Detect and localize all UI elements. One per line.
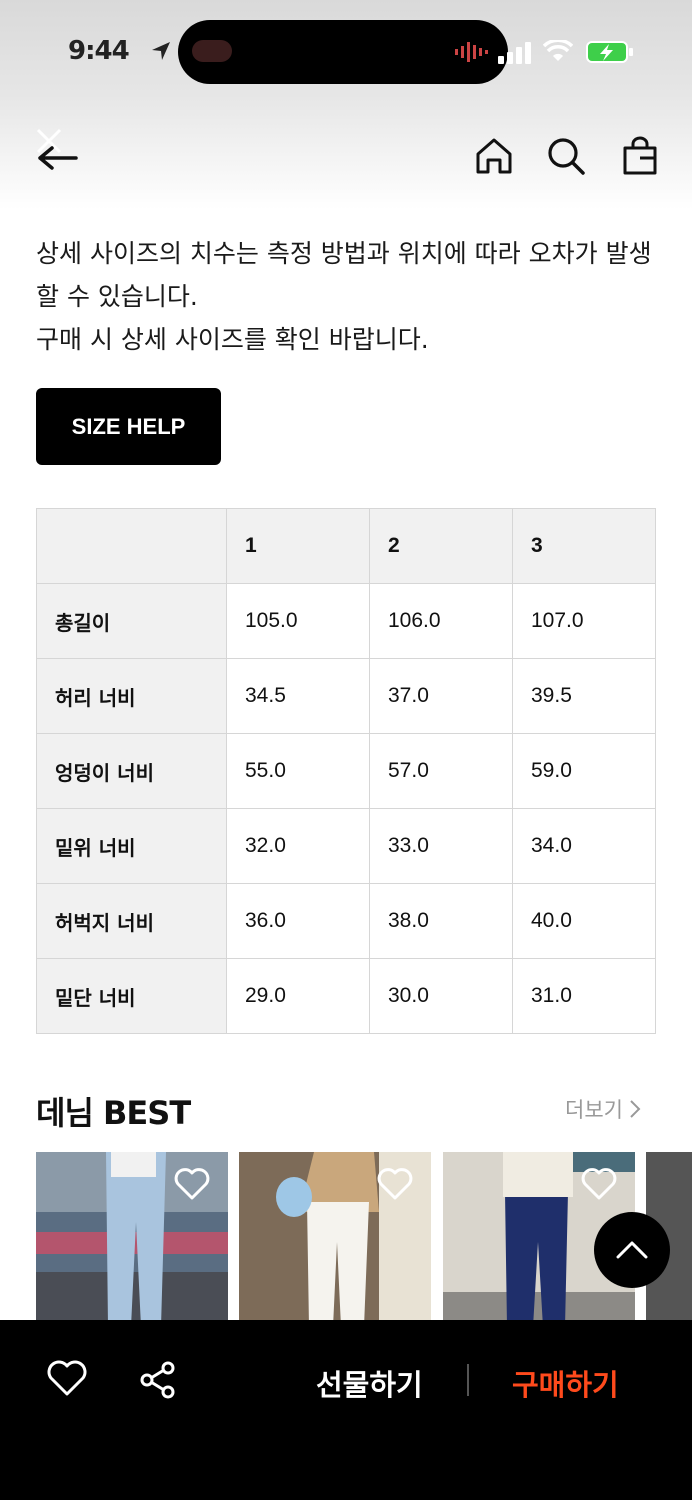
size-notice: 상세 사이즈의 치수는 측정 방법과 위치에 따라 오차가 발생할 수 있습니다… <box>36 232 666 361</box>
gift-button[interactable]: 선물하기 <box>316 1362 423 1404</box>
audio-wave-icon <box>455 42 488 62</box>
table-cell: 34.0 <box>512 808 656 884</box>
row-label: 밑위 너비 <box>36 808 227 884</box>
table-cell: 107.0 <box>512 583 656 659</box>
table-row: 총길이 105.0 106.0 107.0 <box>36 583 656 659</box>
more-link-label: 더보기 <box>565 1098 623 1122</box>
search-icon[interactable] <box>546 136 586 176</box>
battery-charging-icon <box>586 41 633 63</box>
table-cell: 30.0 <box>369 958 513 1034</box>
table-cell: 31.0 <box>512 958 656 1034</box>
table-cell: 38.0 <box>369 883 513 959</box>
scroll-to-top-button[interactable] <box>594 1212 670 1288</box>
table-cell: 32.0 <box>226 808 370 884</box>
shopping-bag-icon[interactable] <box>620 136 660 176</box>
product-thumbnail[interactable] <box>36 1152 228 1327</box>
row-label: 엉덩이 너비 <box>36 733 227 809</box>
chevron-up-icon <box>616 1241 648 1259</box>
table-cell: 55.0 <box>226 733 370 809</box>
recording-indicator <box>192 40 232 62</box>
table-cell: 105.0 <box>226 583 370 659</box>
table-row: 엉덩이 너비 55.0 57.0 59.0 <box>36 733 656 809</box>
back-arrow-icon[interactable] <box>34 126 80 176</box>
row-label: 밑단 너비 <box>36 958 227 1034</box>
size-help-button[interactable]: SIZE HELP <box>36 388 221 465</box>
home-icon[interactable] <box>474 136 514 176</box>
table-row: 밑위 너비 32.0 33.0 34.0 <box>36 808 656 884</box>
table-cell: 37.0 <box>369 658 513 734</box>
table-cell: 40.0 <box>512 883 656 959</box>
heart-icon[interactable] <box>174 1168 210 1200</box>
row-label: 허벅지 너비 <box>36 883 227 959</box>
heart-icon[interactable] <box>581 1168 617 1200</box>
notice-line-2: 구매 시 상세 사이즈를 확인 바랍니다. <box>36 325 429 354</box>
table-header-cell: 2 <box>369 508 513 584</box>
table-header-cell: 3 <box>512 508 656 584</box>
heart-icon[interactable] <box>46 1360 88 1398</box>
table-header-cell: 1 <box>226 508 370 584</box>
share-icon[interactable] <box>138 1360 178 1400</box>
wifi-icon <box>543 40 573 61</box>
product-thumbnail[interactable] <box>239 1152 431 1327</box>
status-time: 9:44 <box>68 36 130 66</box>
notice-line-1: 상세 사이즈의 치수는 측정 방법과 위치에 따라 오차가 발생할 수 있습니다… <box>36 239 652 311</box>
row-label: 총길이 <box>36 583 227 659</box>
table-cell: 39.5 <box>512 658 656 734</box>
table-header-row: 1 2 3 <box>36 508 656 584</box>
more-link[interactable]: 더보기 <box>565 1094 641 1124</box>
table-cell: 34.5 <box>226 658 370 734</box>
table-row: 밑단 너비 29.0 30.0 31.0 <box>36 958 656 1034</box>
table-cell: 57.0 <box>369 733 513 809</box>
signal-icon <box>498 42 531 64</box>
table-row: 허리 너비 34.5 37.0 39.5 <box>36 658 656 734</box>
row-label: 허리 너비 <box>36 658 227 734</box>
heart-icon[interactable] <box>377 1168 413 1200</box>
size-table: 1 2 3 총길이 105.0 106.0 107.0 허리 너비 34.5 3… <box>36 508 656 1034</box>
table-cell: 106.0 <box>369 583 513 659</box>
buy-button[interactable]: 구매하기 <box>512 1362 619 1404</box>
table-cell: 59.0 <box>512 733 656 809</box>
table-cell: 29.0 <box>226 958 370 1034</box>
table-cell: 33.0 <box>369 808 513 884</box>
location-arrow-icon <box>152 42 170 60</box>
divider <box>467 1364 469 1396</box>
table-cell: 36.0 <box>226 883 370 959</box>
chevron-right-icon <box>630 1100 641 1118</box>
table-row: 허벅지 너비 36.0 38.0 40.0 <box>36 883 656 959</box>
bottom-action-bar: 선물하기 구매하기 <box>0 1320 692 1500</box>
table-header-cell <box>36 508 227 584</box>
section-title: 데님 BEST <box>36 1094 191 1132</box>
